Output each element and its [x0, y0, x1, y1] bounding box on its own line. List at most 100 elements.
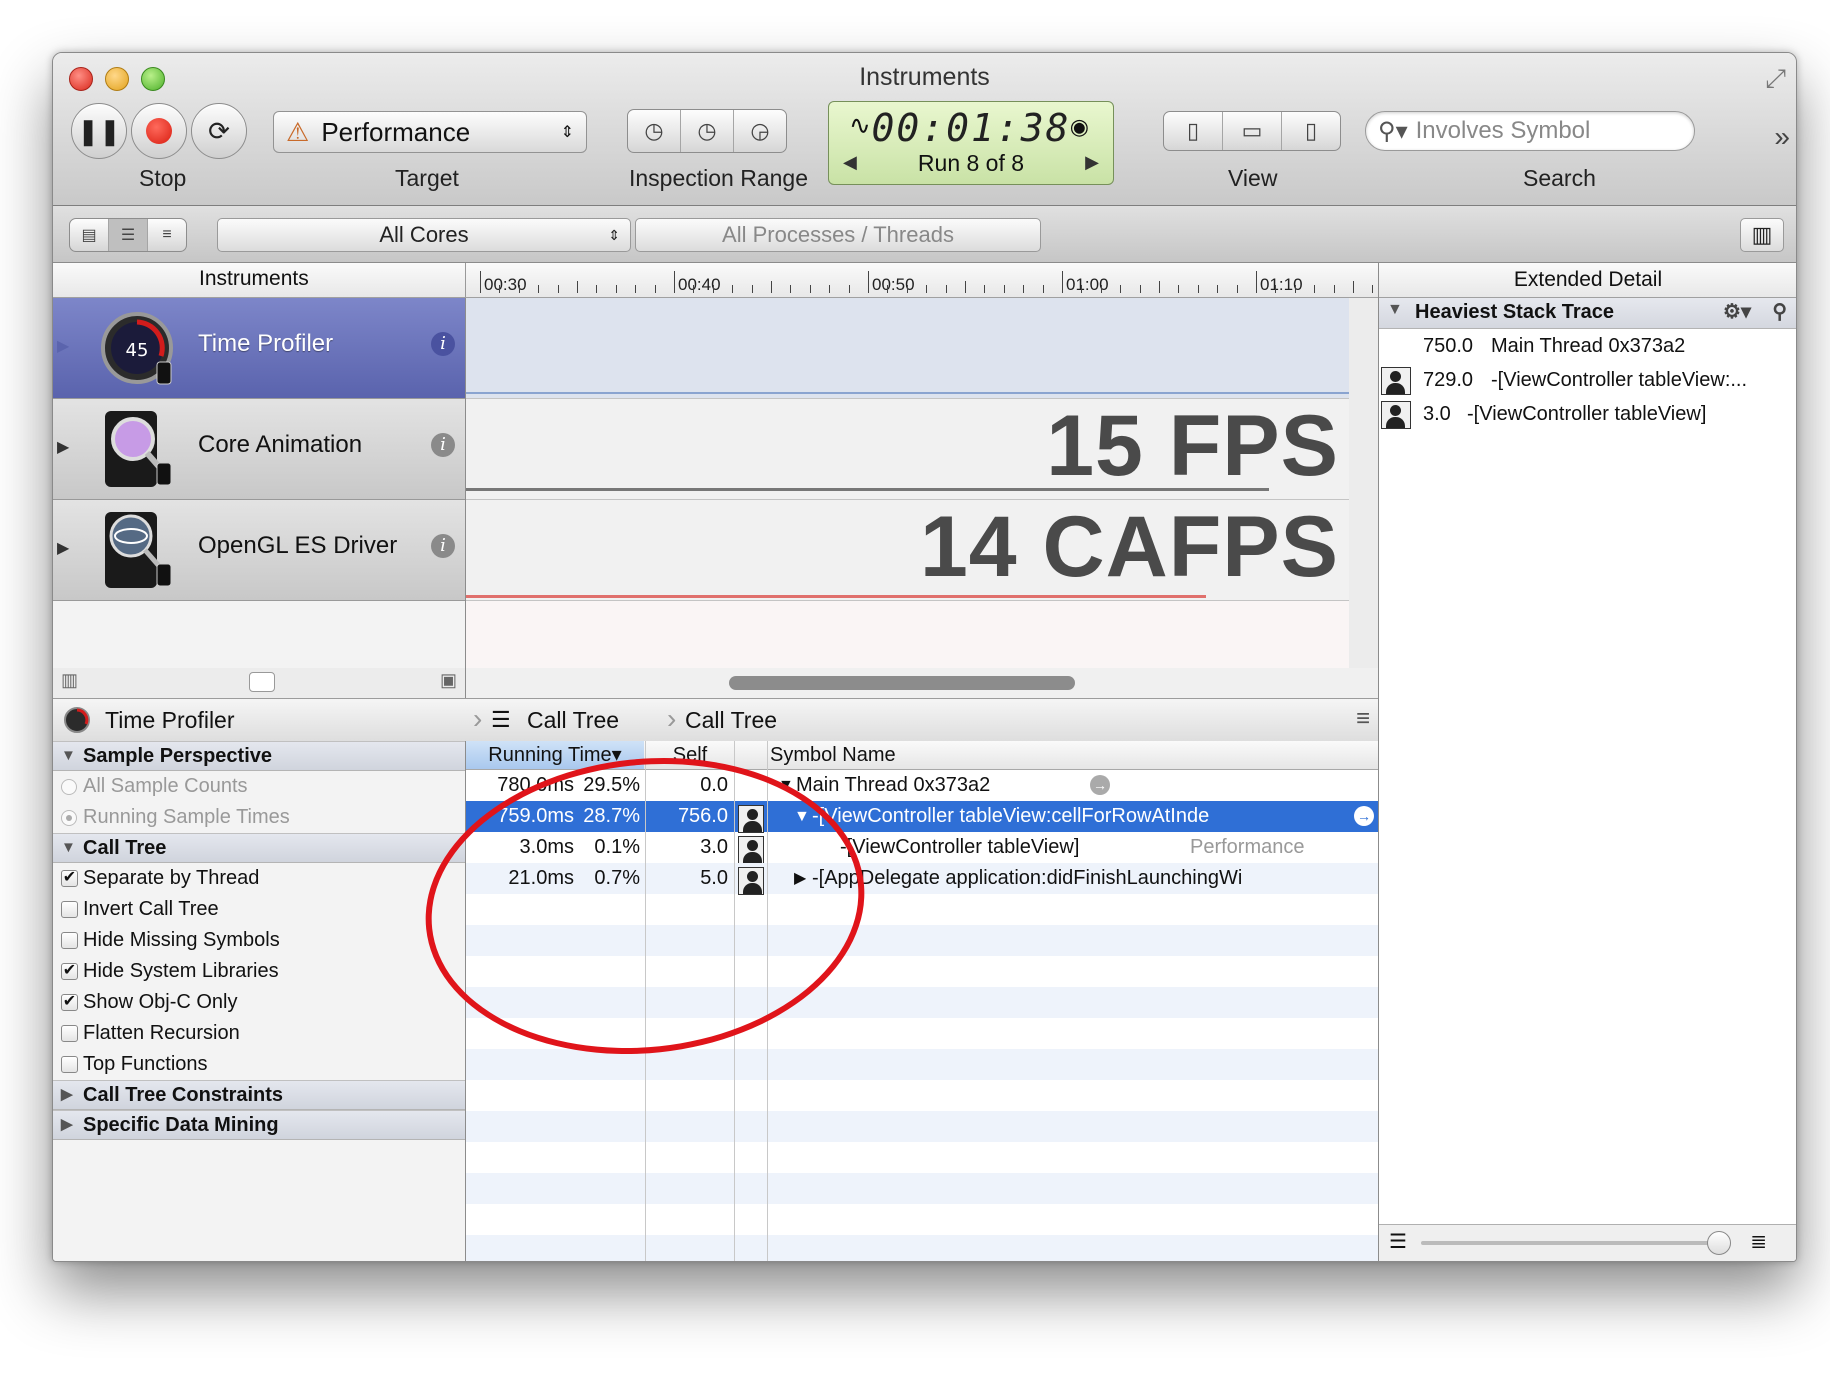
- option-separate-by-thread[interactable]: ✔ Separate by Thread: [53, 863, 465, 894]
- checkbox[interactable]: [61, 901, 78, 918]
- detail-instrument-name[interactable]: Time Profiler: [105, 707, 235, 734]
- detail-slider[interactable]: [1421, 1241, 1721, 1245]
- radio-button[interactable]: [61, 810, 77, 826]
- checkbox[interactable]: [61, 1056, 78, 1073]
- checkbox[interactable]: ✔: [61, 994, 78, 1011]
- section-call-tree-constraints[interactable]: ▶ Call Tree Constraints: [53, 1080, 465, 1110]
- disclosure-triangle-icon[interactable]: ▶: [61, 1111, 73, 1139]
- scroll-thumb[interactable]: [729, 676, 1075, 690]
- menu-icon[interactable]: ≡: [1356, 705, 1370, 733]
- disclosure-triangle-icon[interactable]: ▼: [61, 834, 76, 862]
- disclosure-triangle-icon[interactable]: ▶: [61, 1081, 73, 1109]
- info-icon[interactable]: i: [431, 433, 455, 457]
- left-pane-toggle-icon[interactable]: ▯: [1164, 112, 1223, 150]
- column-header-running-time[interactable]: Running Time▾: [466, 741, 644, 769]
- disclosure-triangle-icon[interactable]: ▼: [61, 742, 76, 770]
- option-flatten-recursion[interactable]: Flatten Recursion: [53, 1018, 465, 1049]
- heaviest-stack-trace-header[interactable]: ▼ Heaviest Stack Trace ⚙▾ ⚲: [1379, 298, 1796, 329]
- section-call-tree[interactable]: ▼ Call Tree: [53, 833, 465, 863]
- library-button[interactable]: ▥: [1740, 218, 1784, 252]
- checkbox[interactable]: ✔: [61, 870, 78, 887]
- radio-running-sample-times[interactable]: Running Sample Times: [53, 802, 465, 833]
- bottom-pane-toggle-icon[interactable]: ▭: [1223, 112, 1282, 150]
- gear-icon[interactable]: ⚙▾: [1723, 299, 1751, 324]
- radio-button[interactable]: [61, 779, 77, 795]
- table-row[interactable]: 759.0ms 28.7% 756.0 ▼ -[ViewController table…: [466, 801, 1378, 833]
- disclosure-icon[interactable]: ▶: [57, 336, 69, 356]
- target-popup[interactable]: ⚠ Performance ⇕: [273, 111, 587, 153]
- section-specific-data-mining[interactable]: ▶ Specific Data Mining: [53, 1110, 465, 1140]
- processes-threads-popup[interactable]: All Processes / Threads: [635, 218, 1041, 252]
- option-hide-system-libraries[interactable]: ✔ Hide System Libraries: [53, 956, 465, 987]
- next-run-button[interactable]: ▶: [1085, 152, 1099, 173]
- breadcrumb-call-tree[interactable]: Call Tree: [527, 707, 619, 734]
- fullscreen-icon[interactable]: ⤢: [1765, 63, 1786, 95]
- range-end-icon[interactable]: ◶: [734, 110, 786, 152]
- core-animation-track[interactable]: 15 FPS: [466, 399, 1349, 500]
- disclosure-icon[interactable]: ▶: [57, 437, 69, 457]
- table-row[interactable]: 21.0ms 0.7% 5.0 ▶ -[AppDelegate application:…: [466, 863, 1378, 895]
- restart-button[interactable]: ⟳: [191, 103, 247, 159]
- column-header-self[interactable]: Self: [646, 741, 734, 769]
- option-invert-call-tree[interactable]: Invert Call Tree: [53, 894, 465, 925]
- disclosure-icon[interactable]: ▶: [57, 538, 69, 558]
- table-row[interactable]: 780.0ms 29.5% 0.0 ▼ Main Thread 0x373a2 →: [466, 770, 1378, 801]
- thread-strategy-icon[interactable]: ≡: [148, 219, 186, 251]
- stack-frame-row[interactable]: 3.0 -[ViewController tableView]: [1379, 397, 1796, 431]
- running-time-cell: 21.0ms: [508, 867, 574, 889]
- option-top-functions[interactable]: Top Functions: [53, 1049, 465, 1080]
- right-pane-toggle-icon[interactable]: ▯: [1282, 112, 1340, 150]
- disclosure-triangle-icon[interactable]: ▼: [1387, 301, 1403, 319]
- option-hide-missing-symbols[interactable]: Hide Missing Symbols: [53, 925, 465, 956]
- go-arrow-icon[interactable]: →: [1354, 806, 1374, 826]
- compact-view-icon[interactable]: ☰: [1389, 1229, 1407, 1254]
- instrument-row-opengl-es-driver[interactable]: ▶ OpenGL ES Driver i: [53, 500, 465, 601]
- checkbox[interactable]: [61, 1025, 78, 1042]
- graph-icon[interactable]: ▥: [61, 670, 78, 691]
- table-row[interactable]: 3.0ms 0.1% 3.0 -[ViewController tableView] P…: [466, 832, 1378, 864]
- inspection-range-control[interactable]: ◷ ◷ ◶: [627, 109, 787, 153]
- stack-frame-row[interactable]: 750.0 Main Thread 0x373a2: [1379, 329, 1796, 363]
- snap-icon[interactable]: ▣: [440, 670, 457, 691]
- view-control[interactable]: ▯ ▭ ▯: [1163, 111, 1341, 151]
- checkbox[interactable]: [61, 932, 78, 949]
- opengl-track[interactable]: 14 CAFPS: [466, 500, 1349, 601]
- instrument-row-core-animation[interactable]: ▶ Core Animation i: [53, 399, 465, 500]
- detail-slider-knob[interactable]: [1707, 1231, 1731, 1255]
- view-label: View: [1228, 165, 1278, 191]
- column-header-symbol-name[interactable]: Symbol Name: [770, 741, 896, 769]
- record-button[interactable]: [131, 103, 187, 159]
- cores-popup[interactable]: All Cores ⇕: [217, 218, 631, 252]
- range-start-icon[interactable]: ◷: [628, 110, 681, 152]
- zoom-slider-knob[interactable]: [249, 672, 275, 692]
- ruler-ticks[interactable]: 00:30 00:40 00:50 01:00 01:10: [466, 263, 1378, 297]
- info-icon[interactable]: i: [431, 534, 455, 558]
- disclosure-triangle-icon[interactable]: ▶: [794, 863, 806, 894]
- disclosure-triangle-icon[interactable]: ▼: [794, 801, 810, 832]
- option-label: Show Obj-C Only: [83, 991, 238, 1013]
- ruler-tick: [1042, 285, 1044, 293]
- section-sample-perspective[interactable]: ▼ Sample Perspective: [53, 741, 465, 771]
- go-arrow-icon[interactable]: →: [1090, 775, 1110, 795]
- stack-frame-row[interactable]: 729.0 -[ViewController tableView:...: [1379, 363, 1796, 397]
- option-show-obj-c-only[interactable]: ✔ Show Obj-C Only: [53, 987, 465, 1018]
- disclosure-triangle-icon[interactable]: ▼: [778, 770, 794, 801]
- strategy-control[interactable]: ▤ ☰ ≡: [69, 218, 187, 252]
- radio-all-sample-counts[interactable]: All Sample Counts: [53, 771, 465, 802]
- toolbar-overflow-icon[interactable]: »: [1774, 121, 1790, 153]
- cpu-strategy-icon[interactable]: ▤: [70, 219, 109, 251]
- checkbox[interactable]: ✔: [61, 963, 78, 980]
- empty-table-row: [466, 987, 1378, 1018]
- pause-button[interactable]: ❚❚: [71, 103, 127, 159]
- expanded-view-icon[interactable]: ≣: [1750, 1229, 1767, 1254]
- timeline-scrollbar[interactable]: [466, 668, 1378, 698]
- info-icon[interactable]: i: [431, 332, 455, 356]
- breadcrumb-call-tree-2[interactable]: Call Tree: [685, 707, 777, 734]
- range-clear-icon[interactable]: ◷: [681, 110, 734, 152]
- time-profiler-track[interactable]: [466, 298, 1349, 399]
- track-area[interactable]: 15 FPS 14 CAFPS: [466, 298, 1349, 668]
- search-icon[interactable]: ⚲: [1772, 299, 1787, 324]
- instrument-row-time-profiler[interactable]: ▶ 45 Time Profiler i: [53, 298, 465, 399]
- instrument-strategy-icon[interactable]: ☰: [109, 219, 148, 251]
- search-field[interactable]: ⚲▾ Involves Symbol: [1365, 111, 1695, 151]
